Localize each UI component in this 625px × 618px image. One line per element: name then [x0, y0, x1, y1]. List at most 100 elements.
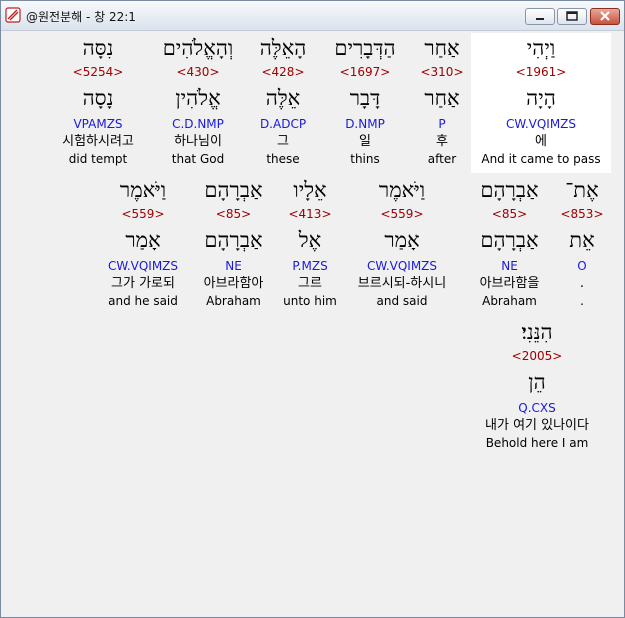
lemma-word: אֵת [569, 228, 595, 252]
word-group[interactable]: וְהָאֱלֹהִים <430> אֱלֹהִין C.D.NMP 하나님이… [148, 33, 248, 167]
app-window: @원전분해 - 창 22:1 וַיְהִי <1961> הָיָה CW.V… [0, 0, 625, 618]
strong-number: <1961> [515, 65, 567, 79]
strong-number: <2005> [511, 349, 563, 363]
lemma-word: נָסָה [82, 86, 114, 110]
korean-gloss: 아브라함아 [203, 276, 264, 291]
hebrew-word: אַבְרָהָם [204, 178, 263, 202]
parse-code: Q.CXS [518, 401, 556, 415]
word-group[interactable]: אַבְרָהָם <85> אַבְרָהָם NE 아브라함아 Abraha… [186, 175, 281, 309]
english-gloss: and said [376, 294, 428, 308]
lemma-word: אַחַר [424, 86, 460, 110]
english-gloss: after [427, 152, 457, 166]
strong-number: <559> [121, 207, 165, 221]
parse-code: NE [225, 259, 242, 273]
korean-gloss: 하나님이 [174, 134, 222, 149]
word-group[interactable]: הִנֵּנִי׃ <2005> הֵן Q.CXS 내가 여기 있나이다 Be… [467, 317, 607, 451]
english-gloss: did tempt [68, 152, 128, 166]
lemma-word: אַבְרָהָם [480, 228, 539, 252]
strong-number: <5254> [72, 65, 124, 79]
maximize-icon [566, 11, 578, 21]
korean-gloss: 그르 [298, 276, 322, 291]
strong-number: <853> [560, 207, 604, 221]
lemma-word: אָמַר [125, 228, 161, 252]
hebrew-word: הַדְּבָרִים [334, 36, 396, 60]
close-icon [600, 11, 610, 21]
parse-code: VPAMZS [73, 117, 123, 131]
lemma-word: אֶל [298, 228, 322, 252]
word-group[interactable]: אֵלָיו <413> אֶל P.MZS 그르 unto him [275, 175, 345, 309]
parse-code: P [438, 117, 446, 131]
hebrew-word: אַחַר [424, 36, 460, 60]
word-group[interactable]: אַחַר <310> אַחַר P 후 after [412, 33, 472, 167]
hebrew-word: הָאֵלֶּה [259, 36, 307, 60]
hebrew-word: וַיֹּאמֶר [378, 178, 426, 202]
english-gloss: . [580, 294, 584, 308]
hebrew-word: אַבְרָהָם [480, 178, 539, 202]
parse-code: P.MZS [292, 259, 328, 273]
strong-number: <310> [420, 65, 464, 79]
strong-number: <1697> [339, 65, 391, 79]
close-button[interactable] [590, 8, 620, 25]
korean-gloss: 브르시되-하시니 [357, 276, 447, 291]
lemma-word: הָיָה [526, 86, 556, 110]
lemma-word: אָמַר [384, 228, 420, 252]
parse-code: NE [501, 259, 518, 273]
maximize-button[interactable] [557, 8, 587, 25]
strong-number: <413> [288, 207, 332, 221]
lemma-word: הֵן [528, 370, 546, 394]
parse-code: O [577, 259, 587, 273]
lemma-word: דָּבָר [349, 86, 381, 110]
lemma-word: אַבְרָהָם [204, 228, 263, 252]
english-gloss: and he said [108, 294, 178, 308]
english-gloss: that God [171, 152, 225, 166]
minimize-button[interactable] [525, 8, 555, 25]
app-icon [5, 7, 21, 23]
hebrew-word: נִסָּה [82, 36, 114, 60]
strong-number: <430> [176, 65, 220, 79]
parse-code: CW.VQIMZS [366, 259, 438, 273]
word-group[interactable]: הַדְּבָרִים <1697> דָּבָר D.NMP 일 thins [320, 33, 410, 167]
hebrew-word: אֵלָיו [293, 178, 327, 202]
english-gloss: Abraham [206, 294, 261, 308]
english-gloss: Behold here I am [485, 436, 589, 450]
strong-number: <559> [380, 207, 424, 221]
parse-code: CW.VQIMZS [107, 259, 179, 273]
english-gloss: Abraham [482, 294, 537, 308]
korean-gloss: 시험하시려고 [62, 134, 134, 149]
hebrew-word: וַיֹּאמֶר [119, 178, 167, 202]
hebrew-word: הִנֵּנִי׃ [521, 320, 553, 344]
parse-code: D.ADCP [259, 117, 307, 131]
window-title: @원전분해 - 창 22:1 [26, 10, 136, 24]
word-group[interactable]: הָאֵלֶּה <428> אֵלֶּה D.ADCP 그 these [248, 33, 318, 167]
title-bar[interactable]: @원전분해 - 창 22:1 [1, 1, 624, 31]
korean-gloss: 후 [436, 134, 448, 149]
korean-gloss: 그 [277, 134, 289, 149]
analysis-area: וַיְהִי <1961> הָיָה CW.VQIMZS 에 And it … [2, 31, 621, 613]
english-gloss: unto him [283, 294, 337, 308]
korean-gloss: 그가 가로되 [111, 276, 175, 291]
lemma-word: אֵלֶּה [265, 86, 301, 110]
hebrew-word: אֶת־ [565, 178, 599, 202]
word-group[interactable]: אַבְרָהָם <85> אַבְרָהָם NE 아브라함을 Abraha… [462, 175, 557, 309]
word-group[interactable]: נִסָּה <5254> נָסָה VPAMZS 시험하시려고 did te… [48, 33, 148, 167]
word-group[interactable]: אֶת־ <853> אֵת O . . [552, 175, 612, 309]
english-gloss: thins [350, 152, 380, 166]
parse-code: D.NMP [345, 117, 385, 131]
hebrew-word: וַיְהִי [526, 36, 556, 60]
parse-code: CW.VQIMZS [505, 117, 577, 131]
word-group[interactable]: וַיְהִי <1961> הָיָה CW.VQIMZS 에 And it … [471, 33, 611, 173]
lemma-word: אֱלֹהִין [175, 86, 221, 110]
english-gloss: these [266, 152, 300, 166]
korean-gloss: 일 [359, 134, 371, 149]
minimize-icon [536, 18, 544, 20]
word-group[interactable]: וַיֹּאמֶר <559> אָמַר CW.VQIMZS 브르시되-하시니… [342, 175, 462, 309]
strong-number: <85> [491, 207, 528, 221]
parse-code: C.D.NMP [172, 117, 224, 131]
strong-number: <428> [261, 65, 305, 79]
korean-gloss: 에 [535, 134, 547, 149]
korean-gloss: 내가 여기 있나이다 [485, 418, 589, 433]
korean-gloss: 아브라함을 [479, 276, 540, 291]
korean-gloss: . [579, 276, 585, 291]
strong-number: <85> [215, 207, 252, 221]
word-group[interactable]: וַיֹּאמֶר <559> אָמַר CW.VQIMZS 그가 가로되 a… [98, 175, 188, 309]
